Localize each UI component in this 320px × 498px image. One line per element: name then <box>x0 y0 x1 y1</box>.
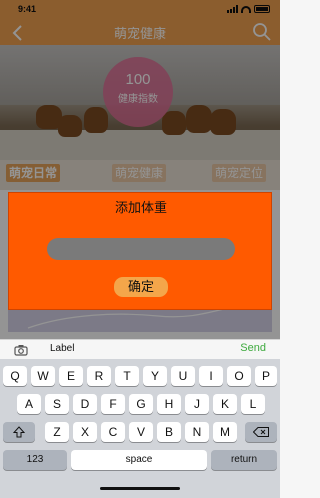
numbers-key[interactable]: 123 <box>3 450 67 470</box>
key-e[interactable]: E <box>59 366 83 386</box>
shift-key[interactable] <box>3 422 35 442</box>
add-weight-dialog: 添加体重 确定 <box>8 192 272 310</box>
keyboard: Q W E R T Y U I O P A S D F G H J K L Z … <box>0 359 280 498</box>
key-a[interactable]: A <box>17 394 41 414</box>
key-n[interactable]: N <box>185 422 209 442</box>
key-w[interactable]: W <box>31 366 55 386</box>
keyboard-toolbar: Label Send <box>0 339 280 359</box>
key-d[interactable]: D <box>73 394 97 414</box>
shift-icon <box>13 426 25 438</box>
key-b[interactable]: B <box>157 422 181 442</box>
key-k[interactable]: K <box>213 394 237 414</box>
send-button[interactable]: Send <box>240 342 266 354</box>
backspace-icon <box>253 427 269 437</box>
camera-icon[interactable] <box>14 344 28 356</box>
key-o[interactable]: O <box>227 366 251 386</box>
key-u[interactable]: U <box>171 366 195 386</box>
confirm-button[interactable]: 确定 <box>114 277 168 297</box>
key-m[interactable]: M <box>213 422 237 442</box>
key-h[interactable]: H <box>157 394 181 414</box>
key-p[interactable]: P <box>255 366 277 386</box>
key-i[interactable]: I <box>199 366 223 386</box>
key-j[interactable]: J <box>185 394 209 414</box>
key-z[interactable]: Z <box>45 422 69 442</box>
key-f[interactable]: F <box>101 394 125 414</box>
return-key[interactable]: return <box>211 450 277 470</box>
key-g[interactable]: G <box>129 394 153 414</box>
key-l[interactable]: L <box>241 394 265 414</box>
dialog-title: 添加体重 <box>114 201 167 216</box>
key-t[interactable]: T <box>115 366 139 386</box>
space-key[interactable]: space <box>71 450 207 470</box>
key-r[interactable]: R <box>87 366 111 386</box>
home-indicator <box>100 487 180 490</box>
key-q[interactable]: Q <box>3 366 27 386</box>
key-s[interactable]: S <box>45 394 69 414</box>
delete-key[interactable] <box>245 422 277 442</box>
keyboard-toolbar-label: Label <box>50 343 75 354</box>
key-v[interactable]: V <box>129 422 153 442</box>
key-x[interactable]: X <box>73 422 97 442</box>
weight-input[interactable] <box>47 238 235 260</box>
key-y[interactable]: Y <box>143 366 167 386</box>
key-c[interactable]: C <box>101 422 125 442</box>
